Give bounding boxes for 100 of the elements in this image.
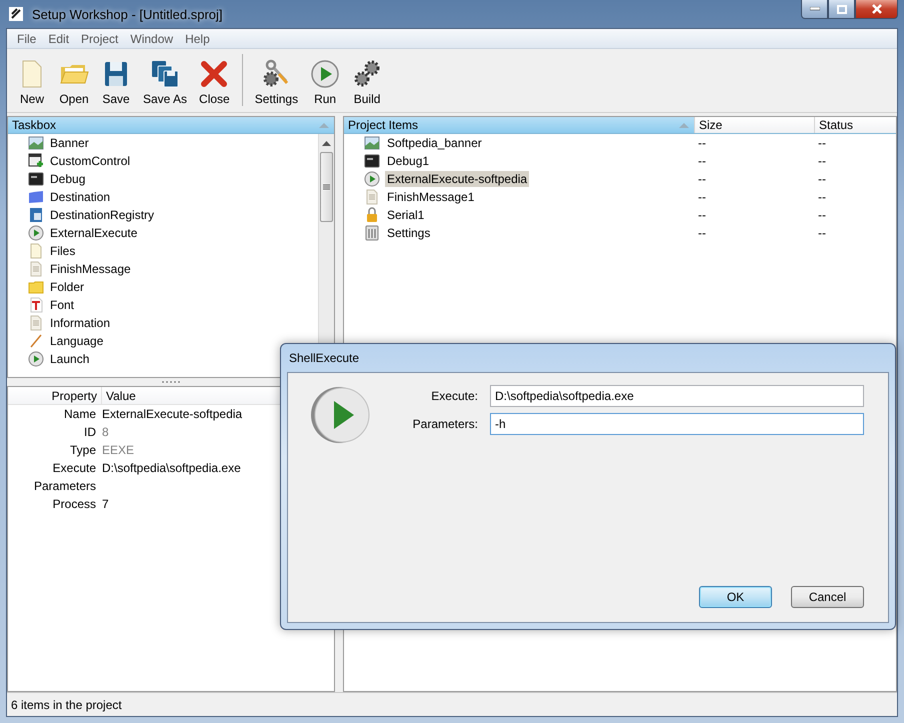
folder-icon bbox=[28, 279, 44, 295]
play-icon bbox=[28, 351, 44, 367]
status-text: 6 items in the project bbox=[11, 698, 122, 712]
sort-arrow-icon bbox=[318, 122, 330, 128]
document-icon bbox=[28, 261, 44, 277]
property-name: Parameters bbox=[32, 479, 97, 493]
property-name: Execute bbox=[52, 461, 97, 475]
taskbox-item[interactable]: DestinationRegistry bbox=[50, 208, 154, 222]
gears-icon bbox=[352, 59, 382, 89]
table-cell: -- bbox=[698, 154, 706, 168]
table-cell: -- bbox=[818, 190, 826, 204]
column-header[interactable]: Property bbox=[8, 387, 102, 405]
taskbox-item[interactable]: Launch bbox=[50, 352, 90, 366]
tree-item[interactable]: ExternalExecute-softpedia bbox=[385, 171, 530, 187]
run-button[interactable]: Run bbox=[304, 59, 346, 106]
property-value: 7 bbox=[102, 497, 109, 511]
minimize-icon bbox=[810, 7, 820, 11]
window-plus-icon bbox=[28, 153, 44, 169]
taskbox-item[interactable]: Information bbox=[50, 316, 110, 330]
taskbox-item[interactable]: ExternalExecute bbox=[50, 226, 138, 240]
table-cell: -- bbox=[698, 172, 706, 186]
property-value: 8 bbox=[102, 425, 109, 439]
new-button[interactable]: New bbox=[11, 59, 53, 106]
menu-item[interactable]: Window bbox=[124, 32, 180, 46]
window-title: Setup Workshop - [Untitled.sproj] bbox=[32, 6, 223, 22]
tree-item[interactable]: Settings bbox=[385, 225, 432, 241]
play-icon bbox=[310, 385, 370, 445]
table-cell: -- bbox=[698, 190, 706, 204]
document-icon bbox=[28, 315, 44, 331]
close-icon bbox=[199, 59, 230, 89]
sort-arrow-icon bbox=[678, 122, 690, 128]
menu-item[interactable]: File bbox=[11, 32, 42, 46]
close-button[interactable]: Close bbox=[193, 59, 236, 106]
taskbox-item[interactable]: FinishMessage bbox=[50, 262, 131, 276]
table-cell: -- bbox=[818, 154, 826, 168]
table-cell: -- bbox=[698, 208, 706, 222]
column-header[interactable]: Status bbox=[814, 117, 896, 133]
property-value: EEXE bbox=[102, 443, 134, 457]
taskbox-item[interactable]: Folder bbox=[50, 280, 84, 294]
saveas-button[interactable]: Save As bbox=[137, 59, 194, 106]
property-value: ExternalExecute-softpedia bbox=[102, 407, 242, 421]
close-icon bbox=[870, 4, 882, 14]
field-label: Execute: bbox=[430, 389, 479, 403]
property-name: Process bbox=[52, 497, 97, 511]
table-cell: -- bbox=[698, 136, 706, 150]
terminal-icon bbox=[28, 171, 44, 187]
table-cell: -- bbox=[818, 172, 826, 186]
property-name: Type bbox=[68, 443, 97, 457]
maximize-icon bbox=[836, 4, 846, 14]
property-name: Name bbox=[62, 407, 97, 421]
ok-button[interactable]: OK bbox=[699, 586, 772, 608]
play-icon bbox=[28, 225, 44, 241]
settings-button[interactable]: Settings bbox=[248, 59, 304, 106]
cancel-button[interactable]: Cancel bbox=[791, 586, 864, 608]
save-button[interactable]: Save bbox=[95, 59, 137, 106]
taskbox-item[interactable]: Language bbox=[50, 334, 104, 348]
minimize-button[interactable] bbox=[801, 0, 828, 19]
open-button[interactable]: Open bbox=[53, 59, 95, 106]
taskbox-item[interactable]: Font bbox=[50, 298, 74, 312]
play-icon bbox=[310, 59, 340, 89]
column-header[interactable]: Taskbox bbox=[8, 117, 334, 133]
grip-icon bbox=[323, 184, 330, 190]
close-button[interactable] bbox=[855, 0, 898, 19]
app-icon bbox=[8, 6, 24, 22]
menu-item[interactable]: Help bbox=[179, 32, 216, 46]
folder-icon bbox=[28, 189, 44, 205]
pencil-icon bbox=[28, 333, 44, 349]
table-cell: -- bbox=[818, 136, 826, 150]
input-field[interactable]: D:\softpedia\softpedia.exe bbox=[490, 385, 864, 407]
image-icon bbox=[364, 135, 380, 151]
lock-icon bbox=[364, 207, 380, 223]
play-icon bbox=[364, 171, 380, 187]
table-cell: -- bbox=[818, 208, 826, 222]
taskbox-item[interactable]: Debug bbox=[50, 172, 86, 186]
column-header[interactable]: Size bbox=[694, 117, 814, 133]
taskbox-item[interactable]: Banner bbox=[50, 136, 89, 150]
up-arrow-icon[interactable] bbox=[322, 140, 331, 146]
taskbox-item[interactable]: CustomControl bbox=[50, 154, 130, 168]
font-icon bbox=[28, 297, 44, 313]
floppy-disks-icon bbox=[150, 59, 180, 89]
field-label: Parameters: bbox=[412, 417, 479, 431]
sliders-icon bbox=[364, 225, 380, 241]
tree-item[interactable]: FinishMessage1 bbox=[385, 189, 476, 205]
taskbox-item[interactable]: Files bbox=[50, 244, 76, 258]
tree-item[interactable]: Softpedia_banner bbox=[385, 135, 484, 151]
tree-item[interactable]: Serial1 bbox=[385, 207, 426, 223]
table-cell: -- bbox=[698, 226, 706, 240]
table-cell: -- bbox=[818, 226, 826, 240]
document-icon bbox=[28, 243, 44, 259]
maximize-button[interactable] bbox=[828, 0, 855, 19]
tree-item[interactable]: Debug1 bbox=[385, 153, 432, 169]
taskbox-item[interactable]: Destination bbox=[50, 190, 110, 204]
property-value: D:\softpedia\softpedia.exe bbox=[102, 461, 241, 475]
column-header[interactable]: Project Items bbox=[344, 117, 694, 133]
dialog-title: ShellExecute bbox=[289, 351, 360, 365]
menu-item[interactable]: Project bbox=[75, 32, 124, 46]
menu-item[interactable]: Edit bbox=[42, 32, 76, 46]
input-field[interactable]: -h bbox=[490, 413, 864, 435]
document-icon bbox=[364, 189, 380, 205]
build-button[interactable]: Build bbox=[346, 59, 388, 106]
